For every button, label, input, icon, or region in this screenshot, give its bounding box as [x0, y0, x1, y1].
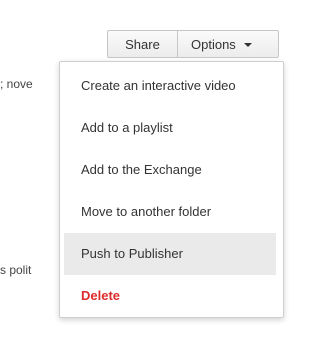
caret-down-icon [243, 43, 252, 47]
menu-item-add-to-exchange[interactable]: Add to the Exchange [64, 149, 276, 191]
options-dropdown-button[interactable]: Options [178, 30, 279, 58]
menu-item-add-to-playlist[interactable]: Add to a playlist [64, 107, 276, 149]
menu-item-push-to-publisher[interactable]: Push to Publisher [64, 233, 276, 275]
share-button[interactable]: Share [107, 30, 178, 58]
share-button-label: Share [125, 36, 160, 52]
background-text-fragment: ; nove [0, 77, 33, 91]
background-text-fragment: s polit [0, 263, 32, 277]
options-button-label: Options [191, 36, 236, 52]
options-dropdown-menu: Create an interactive video Add to a pla… [59, 61, 284, 318]
action-button-group: Share Options [107, 30, 279, 58]
menu-item-delete[interactable]: Delete [64, 275, 276, 317]
menu-item-move-to-folder[interactable]: Move to another folder [64, 191, 276, 233]
menu-item-create-interactive-video[interactable]: Create an interactive video [64, 65, 276, 107]
